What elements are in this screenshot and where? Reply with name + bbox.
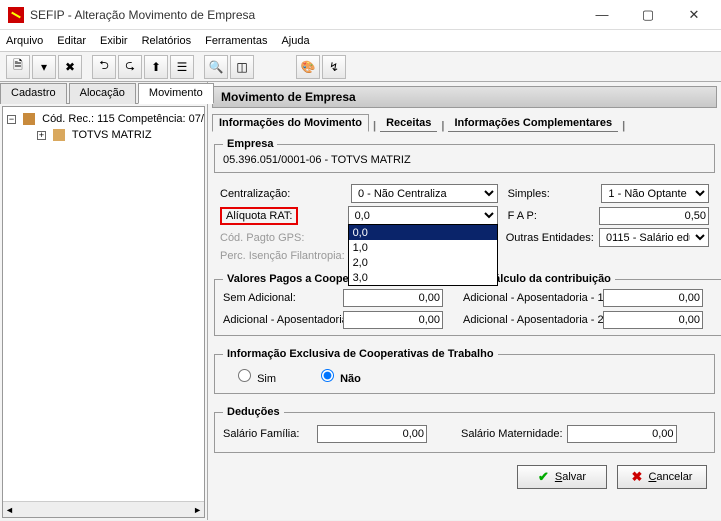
cod-pagto-gps-label: Cód. Pagto GPS:	[220, 232, 304, 244]
radio-nao-input[interactable]	[321, 369, 334, 382]
toolbar-search-icon[interactable]: 🔍	[204, 55, 228, 79]
tab-movimento[interactable]: Movimento	[138, 83, 214, 104]
tab-alocacao[interactable]: Alocação	[69, 83, 136, 104]
simples-select[interactable]: 1 - Não Optante	[601, 184, 709, 203]
adicional-15-label: Adicional - Aposentadoria - 15 anos:	[463, 292, 593, 304]
salario-familia-input[interactable]	[317, 425, 427, 443]
aliquota-rat-label-highlight: Alíquota RAT:	[220, 207, 298, 225]
aliquota-option-0[interactable]: 0,0	[349, 225, 497, 240]
fap-label: F A P:	[508, 210, 537, 222]
perc-isencao-label: Perc. Isenção Filantropia:	[220, 250, 345, 262]
tree-scrollbar[interactable]: ◄ ►	[3, 501, 204, 517]
window-title: SEFIP - Alteração Movimento de Empresa	[30, 8, 579, 22]
deducoes-fieldset: Deduções Salário Família: Salário Matern…	[214, 406, 715, 453]
outras-entidades-label: Outras Entidades:	[506, 232, 594, 244]
close-button[interactable]: ✕	[671, 0, 717, 30]
titlebar: SEFIP - Alteração Movimento de Empresa —…	[0, 0, 721, 30]
tab-info-complementares[interactable]: Informações Complementares	[448, 115, 618, 132]
toolbar: 🗎 ▾ ✖ ⮌ ⮎ ⬆ ☰ 🔍 ◫ 🎨 ↯	[0, 52, 721, 82]
tab-receitas[interactable]: Receitas	[380, 115, 437, 132]
centralizacao-select[interactable]: 0 - Não Centraliza	[351, 184, 498, 203]
toolbar-list-icon[interactable]: ☰	[170, 55, 194, 79]
menu-exibir[interactable]: Exibir	[100, 35, 128, 47]
empresa-fieldset: Empresa 05.396.051/0001-06 - TOTVS MATRI…	[214, 138, 715, 173]
menu-editar[interactable]: Editar	[57, 35, 86, 47]
centralizacao-label: Centralização:	[220, 188, 290, 200]
toolbar-cube-icon[interactable]: ◫	[230, 55, 254, 79]
tree-view[interactable]: − Cód. Rec.: 115 Competência: 07/2 + TOT…	[2, 106, 205, 518]
salario-familia-label: Salário Família:	[223, 428, 313, 440]
left-tabs: Cadastro Alocação Movimento	[0, 82, 207, 104]
right-panel: Movimento de Empresa Informações do Movi…	[208, 82, 721, 520]
toolbar-forward-icon[interactable]: ⮎	[118, 55, 142, 79]
scroll-right-icon[interactable]: ►	[193, 505, 202, 515]
folder-icon	[23, 113, 35, 125]
tree-child[interactable]: + TOTVS MATRIZ	[7, 127, 200, 143]
menubar: Arquivo Editar Exibir Relatórios Ferrame…	[0, 30, 721, 52]
adicional-15-input[interactable]	[603, 289, 703, 307]
toolbar-palette-icon[interactable]: 🎨	[296, 55, 320, 79]
tree-root[interactable]: − Cód. Rec.: 115 Competência: 07/2	[7, 111, 200, 127]
simples-label: Simples:	[508, 188, 550, 200]
sem-adicional-label: Sem Adicional:	[223, 292, 333, 304]
toolbar-back-icon[interactable]: ⮌	[92, 55, 116, 79]
outras-entidades-select[interactable]: 0115 - Salário educ	[599, 228, 709, 247]
aliquota-option-3[interactable]: 3,0	[349, 270, 497, 285]
adicional-25-input[interactable]	[603, 311, 703, 329]
menu-ajuda[interactable]: Ajuda	[281, 35, 309, 47]
toolbar-new-icon[interactable]: 🗎	[6, 55, 30, 79]
toolbar-up-icon[interactable]: ⬆	[144, 55, 168, 79]
salvar-button[interactable]: ✔ SSalvaralvar	[517, 465, 607, 489]
aliquota-rat-dropdown[interactable]: 0,0 0,0 1,0 2,0 3,0	[348, 206, 498, 225]
app-icon	[8, 7, 24, 23]
tree-child-label: TOTVS MATRIZ	[72, 129, 152, 141]
inner-tabs: Informações do Movimento | Receitas | In…	[212, 114, 717, 132]
toolbar-delete-icon[interactable]: ✖	[58, 55, 82, 79]
toolbar-dropdown-icon[interactable]: ▾	[32, 55, 56, 79]
toolbar-tool-icon[interactable]: ↯	[322, 55, 346, 79]
empresa-legend: Empresa	[223, 138, 277, 150]
empresa-value: 05.396.051/0001-06 - TOTVS MATRIZ	[223, 154, 706, 166]
minimize-button[interactable]: —	[579, 0, 625, 30]
menu-ferramentas[interactable]: Ferramentas	[205, 35, 267, 47]
radio-sim[interactable]: Sim	[233, 366, 276, 385]
radio-nao[interactable]: Não	[316, 366, 361, 385]
scroll-left-icon[interactable]: ◄	[5, 505, 14, 515]
maximize-button[interactable]: ▢	[625, 0, 671, 30]
company-icon	[53, 129, 65, 141]
salario-maternidade-label: Salário Maternidade:	[461, 428, 563, 440]
deducoes-legend: Deduções	[223, 406, 284, 418]
info-exclusiva-fieldset: Informação Exclusiva de Cooperativas de …	[214, 348, 715, 394]
tree-collapse-icon[interactable]: −	[7, 115, 16, 124]
aliquota-rat-select[interactable]: 0,0	[348, 206, 498, 225]
adicional-20-label: Adicional - Aposentadoria - 20 anos:	[223, 314, 333, 326]
adicional-25-label: Adicional - Aposentadoria - 25 anos:	[463, 314, 593, 326]
aliquota-option-2[interactable]: 2,0	[349, 255, 497, 270]
check-icon: ✔	[538, 469, 549, 485]
tab-cadastro[interactable]: Cadastro	[0, 83, 67, 104]
fap-input[interactable]	[599, 207, 709, 225]
x-icon: ✖	[632, 469, 643, 485]
menu-arquivo[interactable]: Arquivo	[6, 35, 43, 47]
cancelar-button[interactable]: ✖ CCancelarancelar	[617, 465, 707, 489]
radio-sim-input[interactable]	[238, 369, 251, 382]
section-title: Movimento de Empresa	[212, 86, 717, 108]
tree-expand-icon[interactable]: +	[37, 131, 46, 140]
menu-relatorios[interactable]: Relatórios	[142, 35, 192, 47]
info-exclusiva-legend: Informação Exclusiva de Cooperativas de …	[223, 348, 498, 360]
adicional-20-input[interactable]	[343, 311, 443, 329]
cancelar-label: CCancelarancelar	[648, 471, 692, 483]
salario-maternidade-input[interactable]	[567, 425, 677, 443]
aliquota-rat-options[interactable]: 0,0 1,0 2,0 3,0	[348, 224, 498, 286]
tree-root-label: Cód. Rec.: 115 Competência: 07/2	[42, 113, 205, 125]
aliquota-rat-label: Alíquota RAT:	[226, 210, 292, 222]
salvar-label: SSalvaralvar	[555, 471, 586, 483]
tab-info-movimento[interactable]: Informações do Movimento	[212, 114, 369, 132]
left-panel: Cadastro Alocação Movimento − Cód. Rec.:…	[0, 82, 208, 520]
sem-adicional-input[interactable]	[343, 289, 443, 307]
aliquota-option-1[interactable]: 1,0	[349, 240, 497, 255]
